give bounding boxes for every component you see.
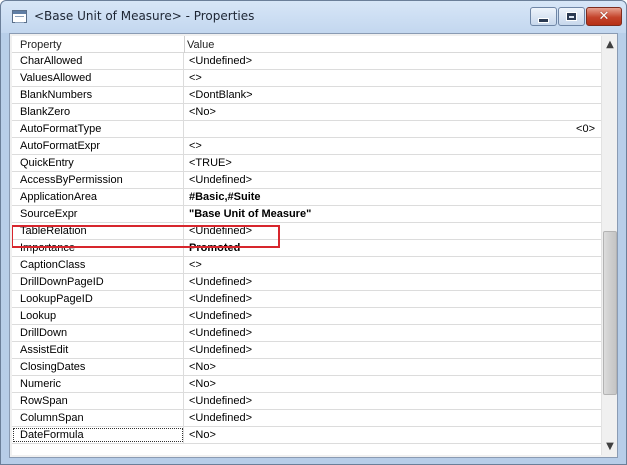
property-name-cell[interactable]: CaptionClass bbox=[12, 257, 184, 273]
property-row[interactable]: CaptionClass <> bbox=[12, 257, 601, 274]
property-value-cell[interactable]: <Undefined> bbox=[185, 172, 601, 188]
property-name-cell[interactable]: Numeric bbox=[12, 376, 184, 392]
property-row[interactable]: AutoFormatType <0> bbox=[12, 121, 601, 138]
property-value-cell[interactable]: <Undefined> bbox=[185, 393, 601, 409]
application-area-highlight bbox=[12, 225, 280, 248]
minimize-icon bbox=[538, 17, 549, 23]
property-row[interactable]: Lookup <Undefined> bbox=[12, 308, 601, 325]
property-row[interactable]: Numeric <No> bbox=[12, 376, 601, 393]
property-row[interactable]: BlankNumbers <DontBlank> bbox=[12, 87, 601, 104]
property-name-cell[interactable]: ValuesAllowed bbox=[12, 70, 184, 86]
property-name-cell[interactable]: RowSpan bbox=[12, 393, 184, 409]
property-name-cell[interactable]: AssistEdit bbox=[12, 342, 184, 358]
scroll-up-button[interactable]: ▲ bbox=[602, 36, 618, 53]
minimize-button[interactable] bbox=[530, 7, 557, 26]
property-value-cell[interactable]: <No> bbox=[185, 104, 601, 120]
property-value-cell[interactable]: <Undefined> bbox=[185, 291, 601, 307]
property-row[interactable]: ClosingDates <No> bbox=[12, 359, 601, 376]
close-button[interactable]: ✕ bbox=[586, 7, 622, 26]
property-name-cell[interactable]: AutoFormatType bbox=[12, 121, 184, 137]
property-name-cell[interactable]: SourceExpr bbox=[12, 206, 184, 222]
property-value-cell[interactable]: <No> bbox=[185, 359, 601, 375]
property-row[interactable]: SourceExpr "Base Unit of Measure" bbox=[12, 206, 601, 223]
property-value-cell[interactable]: <> bbox=[185, 257, 601, 273]
property-row[interactable]: DrillDownPageID <Undefined> bbox=[12, 274, 601, 291]
property-name-cell[interactable]: ColumnSpan bbox=[12, 410, 184, 426]
property-row[interactable]: BlankZero <No> bbox=[12, 104, 601, 121]
value-column-header[interactable]: Value bbox=[187, 39, 214, 51]
property-value-cell[interactable]: <TRUE> bbox=[185, 155, 601, 171]
property-name-cell[interactable]: Lookup bbox=[12, 308, 184, 324]
property-value-cell[interactable]: <DontBlank> bbox=[185, 87, 601, 103]
property-row[interactable]: ValuesAllowed <> bbox=[12, 70, 601, 87]
column-header: Property Value bbox=[12, 36, 601, 53]
properties-window: <Base Unit of Measure> - Properties ✕ Pr… bbox=[0, 0, 627, 465]
property-value-cell[interactable]: #Basic,#Suite bbox=[185, 189, 601, 205]
property-value-cell[interactable]: <Undefined> bbox=[185, 342, 601, 358]
property-value-cell[interactable]: <0> bbox=[185, 121, 601, 137]
property-name-cell[interactable]: BlankZero bbox=[12, 104, 184, 120]
property-row[interactable]: AutoFormatExpr <> bbox=[12, 138, 601, 155]
property-value-cell[interactable]: <> bbox=[185, 138, 601, 154]
property-row[interactable]: DateFormula <No> bbox=[12, 427, 601, 444]
window-title: <Base Unit of Measure> - Properties bbox=[34, 9, 255, 23]
table-icon bbox=[12, 10, 27, 23]
property-name-cell[interactable]: DrillDownPageID bbox=[12, 274, 184, 290]
property-row[interactable]: LookupPageID <Undefined> bbox=[12, 291, 601, 308]
property-rows: CharAllowed <Undefined> ValuesAllowed <> Bla… bbox=[12, 53, 601, 444]
property-row[interactable]: DrillDown <Undefined> bbox=[12, 325, 601, 342]
property-column-header[interactable]: Property bbox=[20, 39, 62, 51]
chevron-down-icon: ▼ bbox=[606, 441, 614, 452]
title-bar[interactable]: <Base Unit of Measure> - Properties ✕ bbox=[1, 1, 626, 33]
close-icon: ✕ bbox=[598, 9, 610, 24]
property-value-cell[interactable]: "Base Unit of Measure" bbox=[185, 206, 601, 222]
property-name-cell[interactable]: ApplicationArea bbox=[12, 189, 184, 205]
property-name-cell[interactable]: DrillDown bbox=[12, 325, 184, 341]
property-value-cell[interactable]: <> bbox=[185, 70, 601, 86]
property-value-cell[interactable]: <Undefined> bbox=[185, 53, 601, 69]
property-value-cell[interactable]: <Undefined> bbox=[185, 410, 601, 426]
property-row[interactable]: QuickEntry <TRUE> bbox=[12, 155, 601, 172]
maximize-icon bbox=[566, 12, 577, 21]
property-value-cell[interactable]: <Undefined> bbox=[185, 308, 601, 324]
property-name-cell[interactable]: ClosingDates bbox=[12, 359, 184, 375]
property-name-cell[interactable]: CharAllowed bbox=[12, 53, 184, 69]
property-name-cell[interactable]: AccessByPermission bbox=[12, 172, 184, 188]
vertical-scrollbar[interactable]: ▲ ▼ bbox=[601, 36, 617, 455]
property-name-cell[interactable]: BlankNumbers bbox=[12, 87, 184, 103]
scroll-down-button[interactable]: ▼ bbox=[602, 438, 618, 455]
property-name-cell[interactable]: LookupPageID bbox=[12, 291, 184, 307]
property-name-cell[interactable]: DateFormula bbox=[12, 427, 184, 443]
properties-panel: Property Value CharAllowed <Undefined> Val… bbox=[9, 33, 618, 458]
property-value-cell[interactable]: <Undefined> bbox=[185, 274, 601, 290]
scrollbar-thumb[interactable] bbox=[603, 231, 617, 395]
property-row[interactable]: AccessByPermission <Undefined> bbox=[12, 172, 601, 189]
column-divider[interactable] bbox=[184, 36, 185, 53]
property-value-cell[interactable]: <No> bbox=[185, 427, 601, 443]
property-name-cell[interactable]: QuickEntry bbox=[12, 155, 184, 171]
chevron-up-icon: ▲ bbox=[606, 39, 614, 50]
property-row[interactable]: RowSpan <Undefined> bbox=[12, 393, 601, 410]
property-value-cell[interactable]: <Undefined> bbox=[185, 325, 601, 341]
property-row[interactable]: CharAllowed <Undefined> bbox=[12, 53, 601, 70]
property-name-cell[interactable]: AutoFormatExpr bbox=[12, 138, 184, 154]
property-row[interactable]: AssistEdit <Undefined> bbox=[12, 342, 601, 359]
property-row[interactable]: ApplicationArea #Basic,#Suite bbox=[12, 189, 601, 206]
property-value-cell[interactable]: <No> bbox=[185, 376, 601, 392]
maximize-button[interactable] bbox=[558, 7, 585, 26]
property-row[interactable]: ColumnSpan <Undefined> bbox=[12, 410, 601, 427]
properties-grid: Property Value CharAllowed <Undefined> Val… bbox=[12, 36, 601, 455]
